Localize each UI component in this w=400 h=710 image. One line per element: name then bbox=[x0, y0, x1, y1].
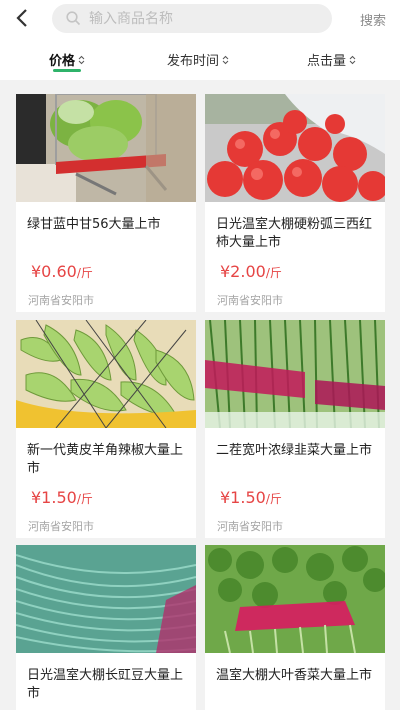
coriander-image bbox=[205, 545, 385, 653]
price-unit: /斤 bbox=[265, 266, 282, 280]
tomato-image bbox=[205, 94, 385, 202]
cowpea-image bbox=[16, 545, 196, 653]
chevron-left-icon bbox=[16, 9, 27, 27]
product-location: 河南省安阳市 bbox=[217, 294, 283, 307]
price-unit: /斤 bbox=[76, 266, 93, 280]
search-input[interactable] bbox=[89, 10, 309, 27]
product-card[interactable]: 温室大棚大叶香菜大量上市 bbox=[205, 545, 385, 710]
product-title: 温室大棚大叶香菜大量上市 bbox=[216, 668, 373, 683]
sort-time-label: 发布时间 bbox=[167, 54, 220, 69]
sort-bar: 价格 发布时间 点击量 bbox=[0, 38, 400, 80]
product-price: ¥2.00/斤 bbox=[220, 262, 282, 281]
product-location: 河南省安阳市 bbox=[28, 520, 94, 533]
product-title: 绿甘蓝中甘56大量上市 bbox=[27, 217, 161, 232]
product-price: ¥1.50/斤 bbox=[220, 488, 282, 507]
product-grid: 绿甘蓝中甘56大量上市 ¥0.60/斤 河南省安阳市 日光温室大棚硬粉弧三西红柿… bbox=[0, 80, 400, 710]
product-card[interactable]: 新一代黄皮羊角辣椒大量上市 ¥1.50/斤 河南省安阳市 bbox=[16, 320, 196, 538]
chive-image bbox=[205, 320, 385, 428]
sort-active-indicator bbox=[53, 69, 81, 72]
price-value: ¥0.60 bbox=[31, 262, 77, 281]
top-bar: 搜索 bbox=[0, 0, 400, 38]
sort-price[interactable]: 价格 bbox=[49, 50, 85, 69]
sort-clicks-label: 点击量 bbox=[307, 54, 347, 69]
product-location: 河南省安阳市 bbox=[217, 520, 283, 533]
sort-arrows-icon bbox=[222, 55, 229, 64]
price-value: ¥1.50 bbox=[220, 488, 266, 507]
search-box[interactable] bbox=[52, 4, 332, 33]
product-price: ¥1.50/斤 bbox=[31, 488, 93, 507]
pepper-image bbox=[16, 320, 196, 428]
price-unit: /斤 bbox=[265, 492, 282, 506]
product-card[interactable]: 日光温室大棚长豇豆大量上市 bbox=[16, 545, 196, 710]
product-title: 新一代黄皮羊角辣椒大量上市 bbox=[27, 443, 184, 476]
product-card[interactable]: 二茬宽叶浓绿韭菜大量上市 ¥1.50/斤 河南省安阳市 bbox=[205, 320, 385, 538]
sort-arrows-icon bbox=[349, 55, 356, 64]
sort-price-label: 价格 bbox=[49, 54, 76, 69]
sort-arrows-icon bbox=[78, 55, 85, 64]
product-price: ¥0.60/斤 bbox=[31, 262, 93, 281]
product-title: 日光温室大棚长豇豆大量上市 bbox=[27, 668, 184, 701]
search-icon bbox=[66, 11, 81, 26]
sort-clicks[interactable]: 点击量 bbox=[307, 50, 356, 69]
product-title: 二茬宽叶浓绿韭菜大量上市 bbox=[216, 443, 373, 458]
sort-publish-time[interactable]: 发布时间 bbox=[167, 50, 229, 69]
price-value: ¥2.00 bbox=[220, 262, 266, 281]
price-value: ¥1.50 bbox=[31, 488, 77, 507]
price-unit: /斤 bbox=[76, 492, 93, 506]
product-title: 日光温室大棚硬粉弧三西红柿大量上市 bbox=[216, 217, 373, 250]
product-card[interactable]: 绿甘蓝中甘56大量上市 ¥0.60/斤 河南省安阳市 bbox=[16, 94, 196, 312]
cabbage-image bbox=[16, 94, 196, 202]
back-button[interactable] bbox=[10, 6, 34, 30]
product-location: 河南省安阳市 bbox=[28, 294, 94, 307]
search-button[interactable]: 搜索 bbox=[360, 10, 386, 29]
product-card[interactable]: 日光温室大棚硬粉弧三西红柿大量上市 ¥2.00/斤 河南省安阳市 bbox=[205, 94, 385, 312]
